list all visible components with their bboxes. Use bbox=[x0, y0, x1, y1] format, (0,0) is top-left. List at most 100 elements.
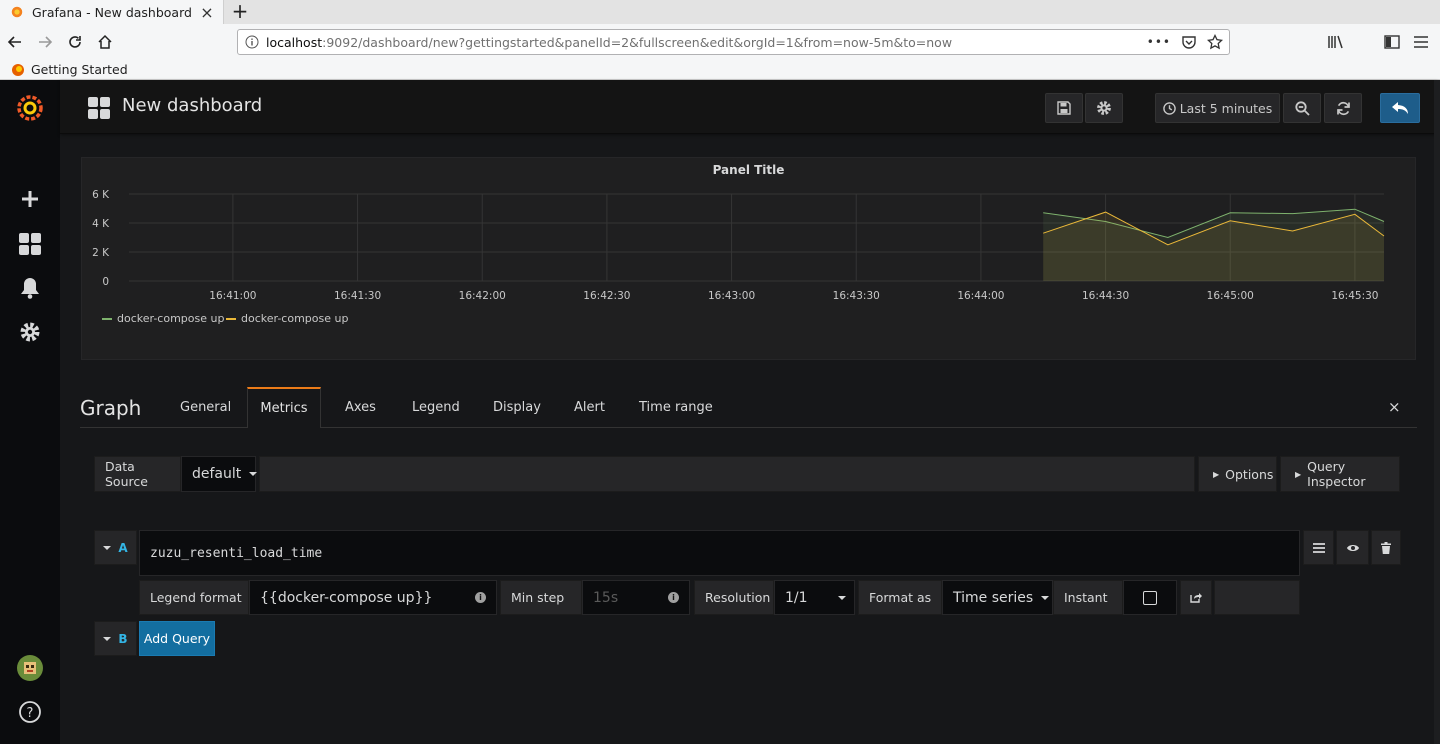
tab-alert[interactable]: Alert bbox=[574, 400, 605, 415]
y-tick-label: 2 K bbox=[92, 247, 110, 259]
zoom-out-icon bbox=[1294, 100, 1310, 116]
dashboard-title[interactable]: New dashboard bbox=[122, 95, 262, 116]
x-tick-label: 16:45:00 bbox=[1207, 290, 1254, 302]
chevron-down-icon bbox=[249, 472, 258, 476]
legend-format-label: Legend format bbox=[139, 580, 249, 615]
resolution-label: Resolution bbox=[694, 580, 774, 615]
query-b-toggle[interactable]: B bbox=[94, 621, 137, 656]
sidebar-toggle-icon[interactable] bbox=[1381, 31, 1403, 53]
library-icon[interactable] bbox=[1325, 31, 1347, 53]
time-picker-button[interactable]: Last 5 minutes bbox=[1155, 93, 1280, 123]
query-letter: B bbox=[118, 631, 128, 646]
x-tick-label: 16:42:00 bbox=[459, 290, 506, 302]
grafana-logo-icon[interactable] bbox=[16, 94, 44, 122]
plus-create-icon[interactable] bbox=[18, 187, 42, 211]
data-source-value: default bbox=[192, 466, 242, 482]
page-actions-icon[interactable]: ••• bbox=[1147, 35, 1171, 49]
address-bar[interactable]: localhost:9092/dashboard/new?gettingstar… bbox=[237, 29, 1230, 55]
save-dashboard-button[interactable] bbox=[1045, 93, 1083, 123]
bars-icon bbox=[1312, 542, 1325, 553]
zoom-out-button[interactable] bbox=[1283, 93, 1321, 123]
x-tick-label: 16:44:30 bbox=[1082, 290, 1129, 302]
query-inspector-label: Query Inspector bbox=[1307, 459, 1366, 489]
chevron-right-icon: ▶ bbox=[1295, 469, 1302, 479]
help-question-icon[interactable]: ? bbox=[18, 700, 42, 724]
share-icon bbox=[1190, 593, 1202, 603]
refresh-button[interactable] bbox=[1324, 93, 1362, 123]
format-as-select[interactable]: Time series bbox=[942, 580, 1053, 615]
url-text[interactable]: localhost:9092/dashboard/new?gettingstar… bbox=[266, 35, 1147, 50]
editor-title: Graph bbox=[80, 396, 142, 420]
x-tick-label: 16:42:30 bbox=[583, 290, 630, 302]
hamburger-menu-icon[interactable] bbox=[1410, 31, 1432, 53]
options-toggle[interactable]: ▶ Options bbox=[1198, 456, 1277, 492]
format-as-value: Time series bbox=[953, 589, 1034, 606]
instant-checkbox-wrapper[interactable] bbox=[1123, 580, 1177, 615]
bookmark-label: Getting Started bbox=[31, 62, 128, 77]
tab-time-range[interactable]: Time range bbox=[639, 400, 713, 415]
chevron-down-icon bbox=[838, 595, 846, 600]
data-source-select[interactable]: default bbox=[181, 456, 258, 492]
tab-axes[interactable]: Axes bbox=[345, 400, 376, 415]
toggle-query-visibility-button[interactable] bbox=[1336, 530, 1369, 565]
close-editor-icon[interactable]: × bbox=[1388, 398, 1401, 416]
tab-general[interactable]: General bbox=[180, 400, 231, 415]
refresh-icon bbox=[1336, 101, 1350, 115]
bookmark-star-icon[interactable] bbox=[1207, 34, 1223, 50]
open-in-prometheus-button[interactable] bbox=[1180, 580, 1212, 615]
query-menu-button[interactable] bbox=[1303, 530, 1334, 565]
new-tab-icon[interactable]: + bbox=[230, 0, 250, 24]
user-avatar[interactable] bbox=[17, 655, 43, 681]
chevron-down-icon bbox=[1041, 595, 1050, 600]
grafana-main: New dashboard Last 5 minutes Panel Title… bbox=[60, 80, 1440, 744]
bookmark-getting-started[interactable]: Getting Started bbox=[11, 62, 128, 77]
dashboard-grid-icon bbox=[88, 97, 110, 119]
remove-query-button[interactable] bbox=[1371, 530, 1401, 565]
min-step-placeholder: 15s bbox=[593, 589, 619, 606]
x-tick-label: 16:45:30 bbox=[1331, 290, 1378, 302]
back-to-dashboard-button[interactable] bbox=[1380, 93, 1420, 123]
forward-arrow-icon[interactable] bbox=[34, 31, 56, 53]
resolution-select[interactable]: 1/1 bbox=[774, 580, 855, 615]
eye-icon bbox=[1346, 544, 1359, 551]
legend-swatch bbox=[102, 317, 112, 320]
tab-metrics[interactable]: Metrics bbox=[247, 387, 321, 428]
format-as-label: Format as bbox=[858, 580, 942, 615]
instant-label: Instant bbox=[1053, 580, 1123, 615]
legend-format-input[interactable]: {{docker-compose up}} i bbox=[249, 580, 497, 615]
dashboards-icon[interactable] bbox=[18, 232, 42, 256]
dashboard-settings-button[interactable] bbox=[1085, 93, 1123, 123]
tab-display[interactable]: Display bbox=[493, 400, 541, 415]
add-query-button[interactable]: Add Query bbox=[139, 621, 215, 656]
tab-legend[interactable]: Legend bbox=[412, 400, 460, 415]
info-icon[interactable]: i bbox=[475, 592, 486, 603]
legend-item[interactable]: docker-compose up bbox=[102, 312, 224, 325]
data-source-filler bbox=[259, 456, 1195, 492]
back-arrow-icon[interactable] bbox=[4, 31, 26, 53]
query-inspector-toggle[interactable]: ▶ Query Inspector bbox=[1280, 456, 1400, 492]
min-step-input[interactable]: 15s i bbox=[582, 580, 690, 615]
alerting-bell-icon[interactable] bbox=[18, 276, 42, 300]
chevron-down-icon bbox=[103, 545, 112, 550]
chevron-down-icon bbox=[103, 636, 112, 641]
firefox-icon bbox=[12, 63, 24, 76]
browser-tab[interactable]: Grafana - New dashboard × bbox=[0, 0, 224, 24]
info-icon[interactable]: i bbox=[668, 592, 679, 603]
home-icon[interactable] bbox=[94, 31, 116, 53]
reload-icon[interactable] bbox=[64, 31, 86, 53]
y-tick-label: 4 K bbox=[92, 218, 110, 230]
legend-format-value: {{docker-compose up}} bbox=[260, 589, 433, 606]
query-a-toggle[interactable]: A bbox=[94, 530, 137, 565]
bookmarks-bar: Getting Started bbox=[0, 60, 1440, 80]
legend-item[interactable]: docker-compose up bbox=[226, 312, 348, 325]
configuration-gear-icon[interactable] bbox=[18, 320, 42, 344]
pocket-icon[interactable] bbox=[1181, 34, 1197, 50]
site-info-icon[interactable] bbox=[238, 35, 266, 49]
x-tick-label: 16:44:00 bbox=[957, 290, 1004, 302]
page-scrollbar[interactable] bbox=[1434, 80, 1440, 744]
query-expression-editor[interactable]: zuzu_resenti_load_time bbox=[139, 530, 1300, 576]
grafana-side-menu: ? bbox=[0, 80, 60, 744]
close-tab-icon[interactable]: × bbox=[197, 3, 217, 22]
instant-checkbox[interactable] bbox=[1143, 590, 1157, 605]
x-tick-label: 16:41:00 bbox=[209, 290, 256, 302]
